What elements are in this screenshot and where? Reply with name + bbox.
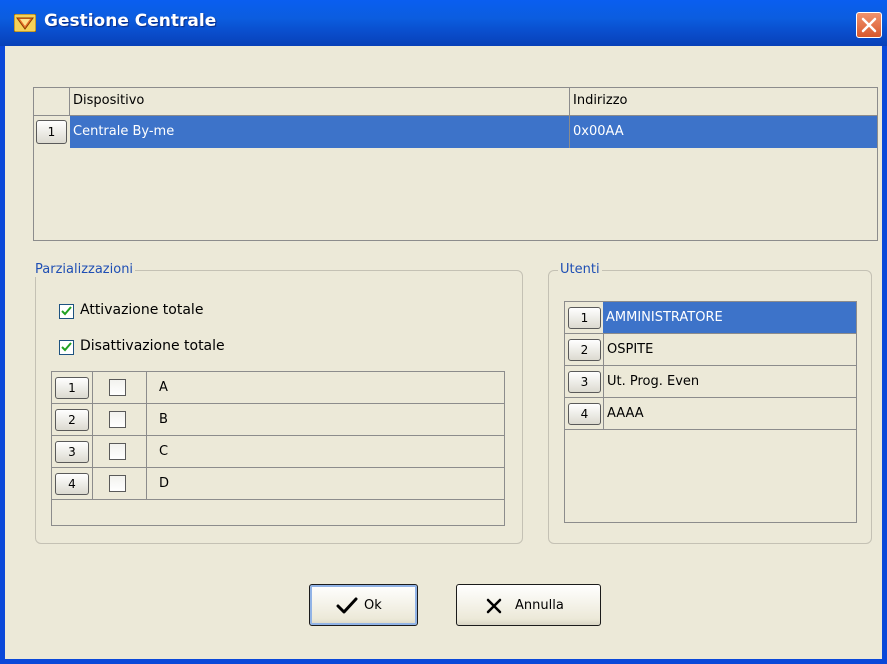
total-deactivation-label: Disattivazione totale (80, 338, 225, 354)
column-header-device[interactable]: Dispositivo (70, 88, 570, 115)
header-spacer (34, 88, 70, 115)
row-number-button[interactable]: 4 (568, 403, 601, 425)
checkmark-icon (61, 306, 72, 316)
ok-button-label: Ok (364, 598, 382, 613)
partitions-group-label: Parzializzazioni (33, 262, 136, 277)
total-activation-checkbox[interactable] (59, 304, 74, 319)
app-shield-icon (13, 13, 37, 33)
close-button[interactable] (856, 12, 882, 38)
cancel-button-label: Annulla (515, 598, 564, 613)
user-row[interactable]: 3 Ut. Prog. Even (565, 366, 856, 398)
device-row[interactable]: 1 Centrale By-me 0x00AA (34, 116, 877, 148)
devices-table: Dispositivo Indirizzo 1 Centrale By-me 0… (33, 87, 878, 241)
x-icon (486, 598, 502, 614)
row-number-button[interactable]: 4 (55, 473, 89, 495)
partition-row[interactable]: 4 D (52, 468, 504, 500)
row-number-button[interactable]: 1 (36, 120, 67, 144)
partition-name-cell: C (159, 444, 169, 459)
row-number-button[interactable]: 3 (568, 371, 601, 393)
partition-row[interactable]: 3 C (52, 436, 504, 468)
users-group-label: Utenti (558, 262, 602, 277)
title-bar[interactable]: Gestione Centrale (0, 0, 887, 46)
total-deactivation-checkbox[interactable] (59, 340, 74, 355)
column-header-address[interactable]: Indirizzo (570, 88, 877, 115)
row-number-button[interactable]: 1 (568, 307, 601, 329)
partition-row[interactable]: 2 B (52, 404, 504, 436)
partition-name-cell: D (159, 476, 170, 491)
user-row[interactable]: 4 AAAA (565, 398, 856, 430)
window-title: Gestione Centrale (44, 11, 217, 31)
user-name-cell[interactable]: Ut. Prog. Even (604, 366, 856, 397)
checkmark-icon (61, 342, 72, 352)
users-table: 1 AMMINISTRATORE 2 OSPITE 3 Ut. Prog. Ev… (564, 301, 857, 523)
row-number-button[interactable]: 1 (55, 377, 89, 399)
device-name-cell[interactable]: Centrale By-me (70, 116, 570, 148)
row-number-button[interactable]: 3 (55, 441, 89, 463)
partition-name-cell: B (159, 412, 168, 427)
user-name-cell[interactable]: OSPITE (604, 334, 856, 365)
user-name-cell[interactable]: AAAA (604, 398, 856, 429)
partitions-table: 1 A 2 B 3 C 4 D (51, 371, 505, 526)
row-number-button[interactable]: 2 (55, 409, 89, 431)
cancel-button[interactable]: Annulla (456, 584, 601, 626)
checkmark-icon (336, 597, 358, 614)
total-activation-label: Attivazione totale (80, 302, 204, 318)
partition-checkbox[interactable] (109, 443, 126, 460)
user-row[interactable]: 2 OSPITE (565, 334, 856, 366)
user-name-cell[interactable]: AMMINISTRATORE (603, 302, 856, 333)
partition-checkbox[interactable] (109, 475, 126, 492)
partition-checkbox[interactable] (109, 379, 126, 396)
user-row[interactable]: 1 AMMINISTRATORE (565, 302, 856, 334)
ok-button[interactable]: Ok (309, 584, 418, 626)
device-address-cell[interactable]: 0x00AA (570, 116, 877, 148)
devices-table-header: Dispositivo Indirizzo (34, 88, 877, 116)
partition-name-cell: A (159, 380, 168, 395)
partition-checkbox[interactable] (109, 411, 126, 428)
partition-row[interactable]: 1 A (52, 372, 504, 404)
close-icon (861, 17, 877, 33)
row-number-button[interactable]: 2 (568, 339, 601, 361)
